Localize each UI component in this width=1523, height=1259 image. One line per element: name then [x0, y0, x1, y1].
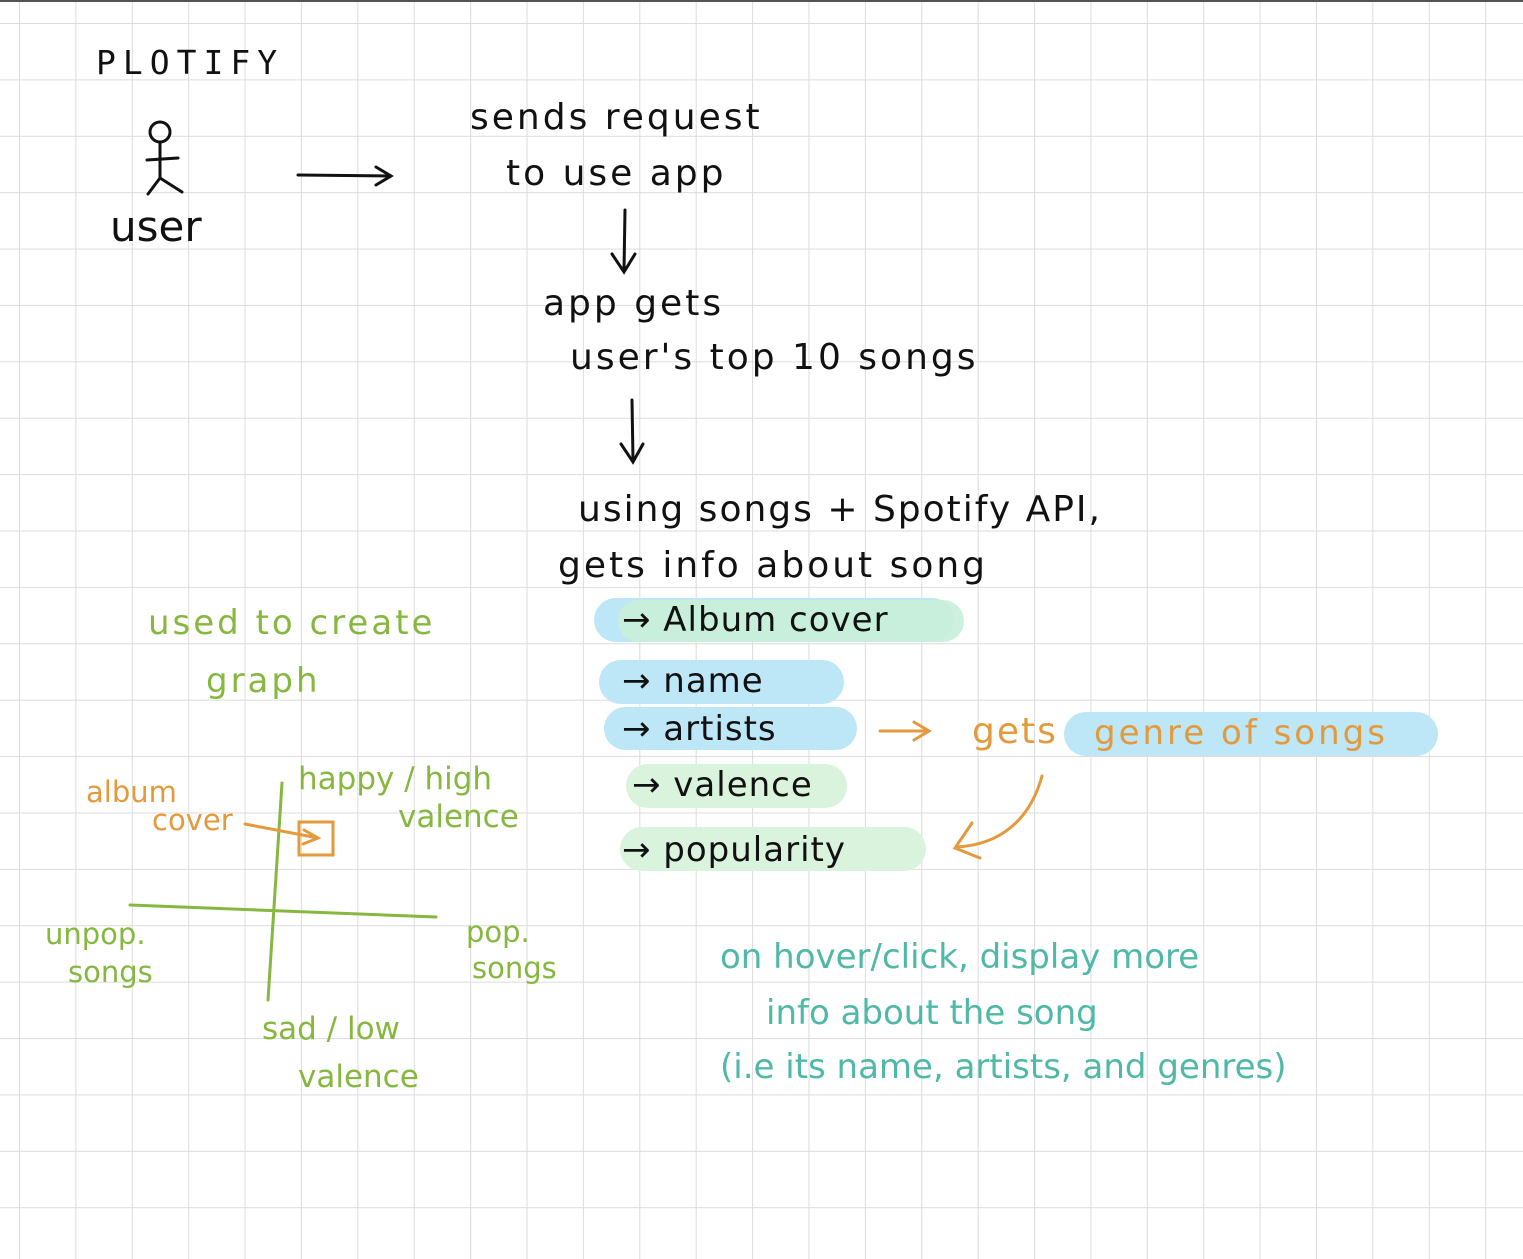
graph-top-label-line2: valence [398, 799, 519, 835]
step-get-top-songs-line1: app gets [543, 283, 725, 324]
graph-right-label-line1: pop. [466, 915, 530, 949]
graph-left-label-line2: songs [68, 955, 153, 989]
step-spotify-api-line2: gets info about song [558, 545, 989, 586]
graph-left-label-line1: unpop. [45, 917, 146, 951]
hover-note-line3: (i.e its name, artists, and genres) [720, 1047, 1287, 1087]
graph-note-line2: graph [206, 661, 321, 701]
arrow-down-1-icon [610, 208, 637, 275]
graph-top-label-line1: happy / high [298, 761, 493, 797]
graph-bottom-label-line1: sad / low [262, 1011, 400, 1047]
info-item-artists: → artists [622, 709, 777, 749]
graph-note-line1: used to create [148, 603, 436, 643]
info-item-popularity: → popularity [622, 830, 846, 870]
step-get-top-songs-line2: user's top 10 songs [570, 337, 979, 378]
graph-right-label-line2: songs [472, 951, 557, 985]
genre-branch-gets: gets [972, 711, 1058, 752]
arrow-user-to-request-icon [296, 165, 394, 187]
step-send-request-line1: sends request [470, 97, 763, 138]
user-label: user [110, 202, 202, 251]
info-item-valence: → valence [632, 765, 813, 805]
hover-note-line1: on hover/click, display more [720, 937, 1200, 977]
arrow-down-2-icon [619, 398, 645, 465]
arrow-genre-to-popularity-icon [952, 774, 1044, 860]
album-cover-marker-icon [243, 820, 335, 857]
arrow-artists-to-genre-icon [878, 720, 932, 742]
graph-marker-label-line2: cover [152, 803, 233, 837]
graph-bottom-label-line2: valence [298, 1059, 419, 1095]
step-send-request-line2: to use app [506, 153, 727, 194]
hover-note-line2: info about the song [766, 993, 1098, 1033]
user-stick-figure-icon [145, 120, 184, 196]
info-item-album-cover: → Album cover [622, 600, 889, 640]
genre-branch-genre: genre of songs [1094, 713, 1388, 753]
step-spotify-api-line1: using songs + Spotify API, [578, 489, 1102, 530]
info-item-name: → name [622, 661, 764, 701]
